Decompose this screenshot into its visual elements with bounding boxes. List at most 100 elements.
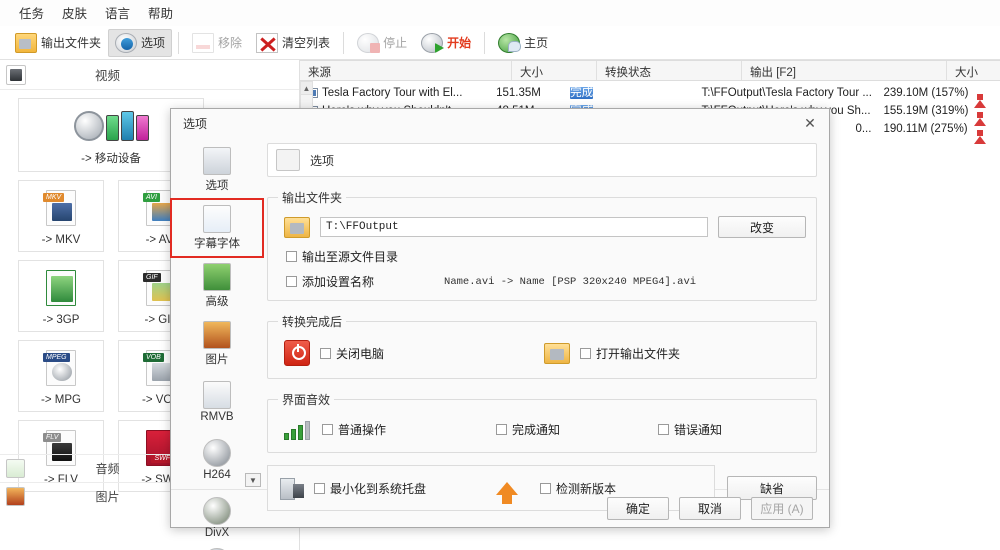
application-window: 任务 皮肤 语言 帮助 输出文件夹 选项 移除 清空列表 停止 开始 主页 视频… xyxy=(0,0,1000,550)
format-tile-mpg[interactable]: MPEG -> MPG xyxy=(18,340,104,412)
chk-complete-notify[interactable]: 完成通知 xyxy=(496,421,560,438)
file-list-header: 来源 大小 转换状态 输出 [F2] 大小 xyxy=(300,60,1000,81)
format-tile-mpg-label: -> MPG xyxy=(41,394,81,406)
row-out-size: 239.10M (157%) xyxy=(883,87,969,99)
advanced-icon xyxy=(203,263,231,291)
chk-error-notify[interactable]: 错误通知 xyxy=(658,421,722,438)
menu-help[interactable]: 帮助 xyxy=(139,0,182,25)
dialog-sidebar-divx-label: DivX xyxy=(204,527,230,539)
change-folder-button[interactable]: 改变 xyxy=(718,216,806,238)
homepage-button[interactable]: 主页 xyxy=(491,29,555,57)
dialog-sidebar-advanced[interactable]: 高级 xyxy=(171,257,263,315)
ok-button[interactable]: 确定 xyxy=(607,497,669,520)
output-folder-label: 输出文件夹 xyxy=(41,36,102,50)
after-convert-group: 转换完成后 关闭电脑 打开输出文件夹 xyxy=(267,313,817,379)
chk-add-setting-name[interactable]: 添加设置名称 xyxy=(286,273,374,290)
delete-x-icon xyxy=(256,32,279,53)
column-status[interactable]: 转换状态 xyxy=(597,61,742,80)
h264-film-icon xyxy=(203,439,231,467)
ui-sound-group: 界面音效 普通操作 完成通知 错误通知 xyxy=(267,391,817,453)
format-tile-3gp[interactable]: -> 3GP xyxy=(18,260,104,332)
dialog-titlebar[interactable]: 选项 ✕ xyxy=(171,109,829,137)
column-out-size[interactable]: 大小 xyxy=(947,61,1000,80)
checkbox-shutdown[interactable] xyxy=(320,347,331,359)
dialog-sidebar-divx[interactable]: DivX xyxy=(171,489,263,547)
options-button[interactable]: 选项 xyxy=(108,28,173,57)
rmvb-icon xyxy=(203,381,231,409)
chevron-down-icon[interactable]: ▼ xyxy=(245,473,261,487)
chk-shutdown[interactable]: 关闭电脑 xyxy=(320,345,384,362)
sound-level-icon xyxy=(284,418,312,440)
column-size[interactable]: 大小 xyxy=(512,61,597,80)
toolbar-separator-3 xyxy=(484,31,486,54)
dialog-sidebar-image-label: 图片 xyxy=(205,354,229,366)
output-folder-button[interactable]: 输出文件夹 xyxy=(8,29,108,57)
dialog-sidebar-image[interactable]: 图片 xyxy=(171,315,263,373)
checkbox-open-output[interactable] xyxy=(580,347,592,359)
checkbox-complete-notify[interactable] xyxy=(496,423,508,435)
format-tile-3gp-label: -> 3GP xyxy=(42,314,80,326)
clear-list-button[interactable]: 清空列表 xyxy=(249,29,337,57)
dialog-sidebar-options[interactable]: 选项 xyxy=(171,141,263,199)
chk-open-output[interactable]: 打开输出文件夹 xyxy=(580,345,680,362)
chk-output-to-source-label: 输出至源文件目录 xyxy=(302,250,399,264)
close-icon[interactable]: ✕ xyxy=(799,113,821,133)
chk-check-update[interactable]: 检测新版本 xyxy=(540,480,616,497)
output-path-input[interactable]: T:\FFOutput xyxy=(320,217,708,237)
output-folder-group: 输出文件夹 T:\FFOutput 改变 输出至源文件目录 添加设置名称 Nam… xyxy=(267,189,817,301)
dialog-sidebar-subtitle-font-label: 字幕字体 xyxy=(194,238,240,250)
output-folder-legend: 输出文件夹 xyxy=(282,191,343,205)
chk-minimize-tray-label: 最小化到系统托盘 xyxy=(330,481,427,496)
checkbox-normal-operation[interactable] xyxy=(322,423,333,435)
checkbox-output-to-source[interactable] xyxy=(286,251,297,262)
video-category-icon xyxy=(6,64,26,85)
dialog-sidebar-rmvb[interactable]: RMVB xyxy=(171,373,263,431)
dialog-sidebar-subtitle-font[interactable]: 字幕字体 xyxy=(170,198,264,258)
dialog-panel-title: 选项 xyxy=(310,153,335,168)
chk-output-to-source[interactable]: 输出至源文件目录 xyxy=(286,248,806,265)
checkbox-error-notify[interactable] xyxy=(658,423,670,435)
chk-minimize-tray[interactable]: 最小化到系统托盘 xyxy=(314,480,426,497)
format-tile-mkv[interactable]: MKV -> MKV xyxy=(18,180,104,252)
ui-sound-legend: 界面音效 xyxy=(282,393,331,407)
dialog-sidebar-advanced-label: 高级 xyxy=(205,296,229,308)
chk-normal-operation[interactable]: 普通操作 xyxy=(322,421,386,438)
clear-list-label: 清空列表 xyxy=(282,36,331,50)
checkbox-check-update[interactable] xyxy=(540,482,552,494)
column-source[interactable]: 来源 xyxy=(300,61,512,80)
menu-skin[interactable]: 皮肤 xyxy=(53,0,96,25)
row-upload-arrow-icon[interactable] xyxy=(973,86,1000,108)
open-folder-icon xyxy=(544,342,571,364)
table-row[interactable]: Tesla Factory Tour with El... 151.35M 完成… xyxy=(300,84,1000,108)
cancel-button[interactable]: 取消 xyxy=(679,497,741,520)
power-off-icon xyxy=(284,340,310,366)
checkbox-minimize-tray[interactable] xyxy=(314,482,325,494)
column-output[interactable]: 输出 [F2] xyxy=(742,61,947,80)
divx-film-icon xyxy=(203,497,231,525)
audio-note-icon xyxy=(6,459,25,478)
picture-icon xyxy=(6,487,25,506)
row-upload-arrow-icon[interactable] xyxy=(973,122,1000,144)
checkbox-add-setting-name[interactable] xyxy=(286,276,297,287)
menu-language[interactable]: 语言 xyxy=(96,0,139,25)
dialog-sidebar-options-label: 选项 xyxy=(205,180,229,192)
start-film-icon xyxy=(421,32,445,53)
homepage-label: 主页 xyxy=(524,36,549,50)
format-tile-mkv-label: -> MKV xyxy=(41,234,81,246)
menu-task[interactable]: 任务 xyxy=(10,0,53,25)
remove-button[interactable]: 移除 xyxy=(185,29,249,57)
stop-button[interactable]: 停止 xyxy=(350,29,414,57)
scroll-up-icon[interactable]: ▲ xyxy=(301,82,312,95)
row-size: 151.35M xyxy=(496,87,541,99)
row-upload-arrow-icon[interactable] xyxy=(973,104,1000,126)
mpg-file-icon: MPEG xyxy=(19,347,103,389)
name-pattern-preview: Name.avi -> Name [PSP 320x240 MPEG4].avi xyxy=(444,275,697,288)
globe-icon xyxy=(498,32,522,53)
system-tray-icon xyxy=(278,476,306,500)
chk-normal-operation-label: 普通操作 xyxy=(338,422,387,437)
start-button[interactable]: 开始 xyxy=(414,29,478,57)
mkv-file-icon: MKV xyxy=(19,187,103,229)
after-convert-legend: 转换完成后 xyxy=(282,315,343,329)
chk-add-setting-name-label: 添加设置名称 xyxy=(302,275,375,289)
apply-button[interactable]: 应用 (A) xyxy=(751,497,813,520)
